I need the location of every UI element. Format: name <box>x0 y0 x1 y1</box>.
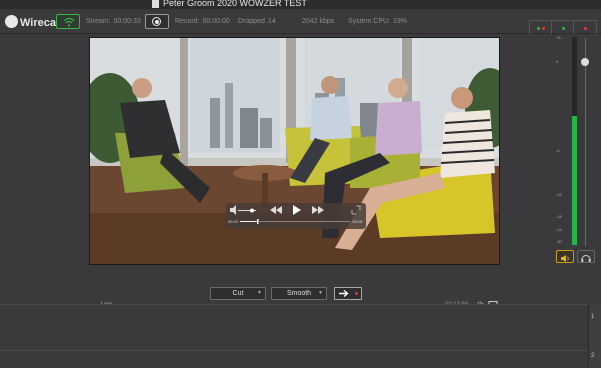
record-button[interactable] <box>145 14 169 29</box>
shot-layer-row-2[interactable] <box>0 350 588 368</box>
wifi-icon <box>63 17 75 27</box>
stream-stat: Stream: 00:00:33 <box>86 18 141 25</box>
transition-select-1[interactable]: Cut ▼ <box>210 287 266 300</box>
chevron-down-icon: ▼ <box>318 290 323 296</box>
volume-fader-track[interactable] <box>585 38 586 246</box>
record-time: 00:00:00 <box>202 18 230 25</box>
stream-label: Stream: <box>86 18 111 25</box>
layout-button-2[interactable] <box>552 21 574 35</box>
transition-1-value: Cut <box>232 290 244 297</box>
live-video-preview[interactable]: 00:22 -53:18 <box>89 37 500 265</box>
player-elapsed: 00:22 <box>228 219 239 224</box>
layout-button-3[interactable] <box>574 21 596 35</box>
player-remaining: -53:18 <box>351 219 363 224</box>
video-frame <box>90 38 499 264</box>
transition-controls: Cut ▼ Smooth ▼ <box>0 282 601 304</box>
scale-label: +6 <box>556 35 561 40</box>
volume-fader-knob[interactable] <box>581 58 589 66</box>
record-stat: Record: 00:00:00 <box>175 18 230 25</box>
shot-layer-row-1[interactable] <box>0 304 588 351</box>
speaker-button[interactable] <box>556 250 574 263</box>
headphones-button[interactable] <box>577 250 595 263</box>
dropped-count: 14 <box>267 18 276 25</box>
play-icon[interactable] <box>293 205 301 215</box>
stream-button[interactable] <box>56 14 80 29</box>
dropped-label: Dropped <box>238 18 265 25</box>
row-side-1: 1 <box>588 304 601 350</box>
wirecast-logo-icon <box>5 15 18 28</box>
scale-label: -18 <box>556 214 562 219</box>
cpu-value: 19% <box>393 18 408 25</box>
media-player-controls: 00:22 -53:18 <box>226 203 366 229</box>
bitrate: 2042 kbps <box>302 18 335 25</box>
go-button[interactable] <box>334 287 362 300</box>
scale-label: -24 <box>556 227 562 232</box>
audio-level-meter <box>572 37 577 245</box>
toolbar: Wirecast Stream: 00:00:33 Record: 00:00:00… <box>0 9 601 36</box>
document-icon <box>152 0 159 8</box>
layout-button-1[interactable] <box>530 21 552 35</box>
arrow-right-icon <box>339 289 349 298</box>
expand-icon[interactable] <box>351 205 361 215</box>
rewind-icon[interactable] <box>270 206 282 214</box>
cpu-label: System CPU: <box>348 18 391 25</box>
scale-label: -12 <box>556 192 562 197</box>
transition-select-2[interactable]: Smooth ▼ <box>271 287 327 300</box>
row-number: 2 <box>591 353 595 359</box>
cpu-stat: System CPU: 19% <box>348 18 407 25</box>
row-number: 1 <box>591 314 595 320</box>
headphones-icon <box>581 255 591 262</box>
scale-label: -30 <box>556 239 562 244</box>
window-title: Peter Groom 2020 WOWZER TEST <box>163 0 307 8</box>
fast-forward-icon[interactable] <box>312 206 324 214</box>
chevron-down-icon: ▼ <box>257 290 262 296</box>
scale-label: 0 <box>556 59 559 64</box>
scale-label: -6 <box>556 148 560 153</box>
audio-level-fill <box>572 116 577 245</box>
stream-time: 00:00:33 <box>113 18 141 25</box>
preview-area: 00:22 -53:18 Live 00:13:56 <box>0 34 554 309</box>
record-label: Record: <box>175 18 200 25</box>
speaker-icon <box>561 255 569 262</box>
dropped-stat: Dropped 14 <box>238 18 276 25</box>
volume-icon[interactable] <box>230 205 236 215</box>
row-side-2: 2 <box>588 350 601 367</box>
title-bar: Peter Groom 2020 WOWZER TEST <box>0 0 601 9</box>
transition-2-value: Smooth <box>286 290 312 297</box>
